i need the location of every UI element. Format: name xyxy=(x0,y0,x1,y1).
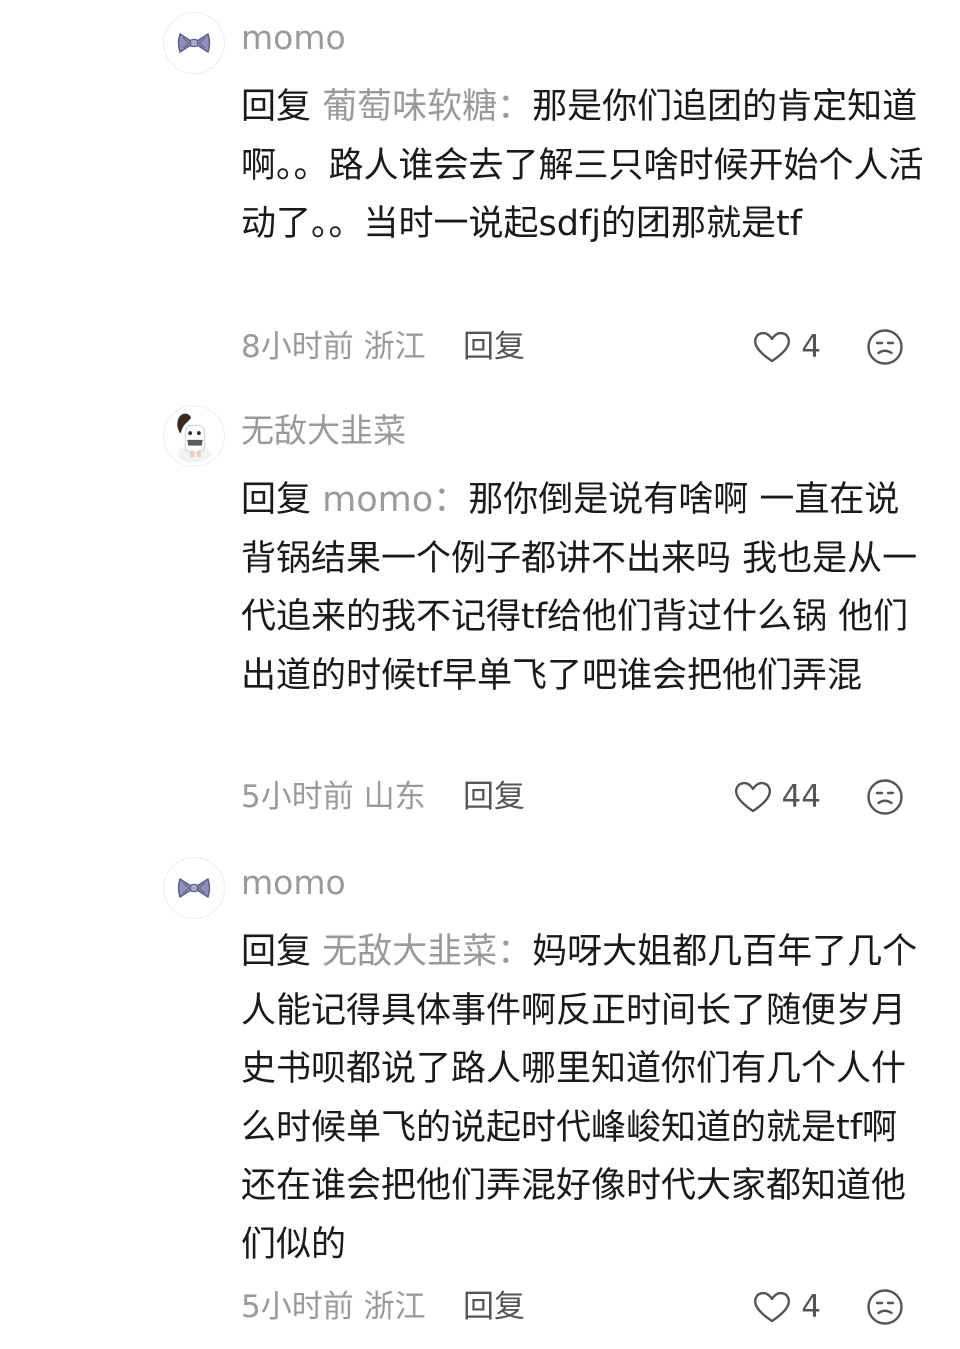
heart-icon xyxy=(754,331,791,363)
bow-icon xyxy=(177,877,211,899)
comment-meta: 5小时前 山东 回复 44 xyxy=(241,775,931,819)
avatar[interactable] xyxy=(163,405,225,467)
avatar[interactable] xyxy=(163,857,225,919)
username[interactable]: 无敌大韭菜 xyxy=(241,409,406,453)
comment-content: 妈呀大姐都几百年了几个人能记得具体事件啊反正时间长了随便岁月史书呗都说了路人哪里… xyxy=(241,932,918,1265)
comment-meta: 5小时前 浙江 回复 4 xyxy=(241,1285,931,1329)
avatar[interactable] xyxy=(163,12,225,74)
dislike-face-icon[interactable] xyxy=(866,328,904,366)
dislike-face-icon[interactable] xyxy=(866,1288,904,1326)
like-button[interactable]: 4 xyxy=(753,1285,821,1329)
reply-target[interactable]: 葡萄味软糖： xyxy=(322,87,532,127)
comment-meta: 8小时前 浙江 回复 4 xyxy=(241,325,931,369)
reply-prefix: 回复 xyxy=(241,480,312,520)
comment-text: 回复 葡萄味软糖：那是你们追团的肯定知道啊。。路人谁会去了解三只啥时候开始个人活… xyxy=(241,78,931,254)
like-button[interactable]: 4 xyxy=(753,325,821,369)
like-button[interactable]: 44 xyxy=(734,775,821,819)
reply-target[interactable]: momo： xyxy=(322,480,468,520)
dislike-face-icon[interactable] xyxy=(866,778,904,816)
reply-target[interactable]: 无敌大韭菜： xyxy=(322,932,532,972)
reply-prefix: 回复 xyxy=(241,87,312,127)
reply-button[interactable]: 回复 xyxy=(463,1285,525,1329)
like-count: 44 xyxy=(781,779,821,815)
username[interactable]: momo xyxy=(241,16,346,60)
like-count: 4 xyxy=(801,1289,821,1325)
reply-button[interactable]: 回复 xyxy=(463,775,525,819)
character-avatar-icon xyxy=(177,413,211,463)
heart-icon xyxy=(754,1291,791,1323)
time-location: 8小时前 浙江 xyxy=(241,329,426,365)
heart-icon xyxy=(734,781,771,813)
like-count: 4 xyxy=(801,329,821,365)
comment-text: 回复 momo：那你倒是说有啥啊 一直在说背锅结果一个例子都讲不出来吗 我也是从… xyxy=(241,471,931,705)
time-location: 5小时前 山东 xyxy=(241,779,426,815)
reply-button[interactable]: 回复 xyxy=(463,325,525,369)
comment-text: 回复 无敌大韭菜：妈呀大姐都几百年了几个人能记得具体事件啊反正时间长了随便岁月史… xyxy=(241,923,931,1274)
time-location: 5小时前 浙江 xyxy=(241,1289,426,1325)
username[interactable]: momo xyxy=(241,861,346,905)
reply-prefix: 回复 xyxy=(241,932,312,972)
bow-icon xyxy=(177,32,211,54)
